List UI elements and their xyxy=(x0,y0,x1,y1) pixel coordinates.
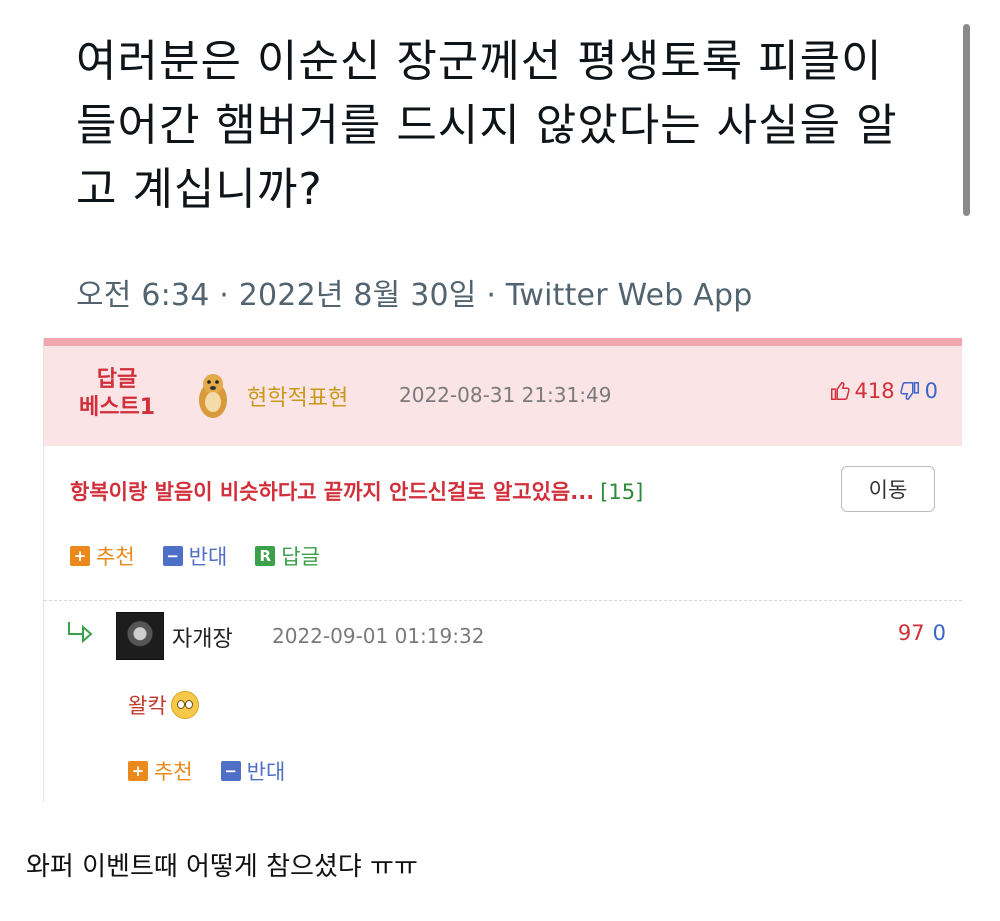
reply-down-count: 0 xyxy=(932,621,946,645)
best-comment-date: 2022-08-31 21:31:49 xyxy=(399,383,612,407)
recommend-label: 추천 xyxy=(154,760,193,784)
reply-oppose-button[interactable]: − 반대 xyxy=(220,756,286,786)
best-comment-actions: + 추천 − 반대 R 답글 xyxy=(70,541,320,571)
comment-card: 답글 베스트1 현학적표현 2022-08-31 21:31:49 418 0 … xyxy=(43,338,962,802)
best-comment-reply-count[interactable]: [15] xyxy=(600,480,643,504)
reply-actions: + 추천 − 반대 xyxy=(128,756,285,786)
reply-nickname[interactable]: 자개장 xyxy=(172,621,233,653)
move-button[interactable]: 이동 xyxy=(841,466,935,512)
recommend-button[interactable]: + 추천 xyxy=(70,541,135,571)
card-top-border xyxy=(44,338,962,346)
scrollbar[interactable] xyxy=(963,24,970,216)
best-label-line1: 답글 xyxy=(96,367,138,392)
reply-text-line: 왈칵 xyxy=(128,690,199,720)
oppose-label: 반대 xyxy=(188,545,228,569)
caption-text: 와퍼 이벤트때 어떻게 참으셨댜 ㅠㅠ xyxy=(26,852,418,882)
best-comment-text: 항복이랑 발음이 비슷하다고 끝까지 안드신걸로 알고있음... xyxy=(70,480,595,504)
reply-up-count: 97 xyxy=(897,621,925,645)
reply-label: 답글 xyxy=(281,545,320,569)
thumbs-up-icon[interactable] xyxy=(829,380,851,402)
reply-recommend-button[interactable]: + 추천 xyxy=(128,756,193,786)
reply-date: 2022-09-01 01:19:32 xyxy=(272,624,485,648)
best-comment-nickname[interactable]: 현학적표현 xyxy=(247,380,348,412)
avatar xyxy=(116,612,164,660)
tweet-meta: 오전 6:34 · 2022년 8월 30일 · Twitter Web App xyxy=(76,278,753,313)
best-comment-header: 답글 베스트1 현학적표현 2022-08-31 21:31:49 418 0 xyxy=(44,346,962,446)
best-comment-text-line: 항복이랑 발음이 비슷하다고 끝까지 안드신걸로 알고있음... [15] xyxy=(70,476,643,506)
reply-r-icon: R xyxy=(255,546,276,566)
best-label-line2: 베스트1 xyxy=(78,395,156,420)
thumbs-down-icon[interactable] xyxy=(899,380,921,402)
pleading-face-icon xyxy=(170,691,199,719)
best-up-count: 418 xyxy=(854,379,895,403)
plus-icon: + xyxy=(70,546,90,566)
reply-text: 왈칵 xyxy=(128,694,167,718)
reply-arrow-icon xyxy=(68,622,93,644)
minus-icon: − xyxy=(220,761,241,781)
dog-avatar-icon xyxy=(199,374,227,418)
plus-icon: + xyxy=(128,761,148,781)
recommend-label: 추천 xyxy=(96,545,135,569)
oppose-label: 반대 xyxy=(246,760,286,784)
reply-votes: 97 0 xyxy=(898,621,946,645)
best-down-count: 0 xyxy=(924,379,938,403)
tweet-text: 여러분은 이순신 장군께선 평생토록 피클이 들어간 햄버거를 드시지 않았다는… xyxy=(76,36,898,215)
best-comment-votes: 418 0 xyxy=(829,379,938,403)
best-comment-label: 답글 베스트1 xyxy=(62,366,172,422)
reply-button[interactable]: R 답글 xyxy=(255,541,320,571)
oppose-button[interactable]: − 반대 xyxy=(162,541,228,571)
minus-icon: − xyxy=(162,546,183,566)
comment-divider xyxy=(44,600,962,601)
